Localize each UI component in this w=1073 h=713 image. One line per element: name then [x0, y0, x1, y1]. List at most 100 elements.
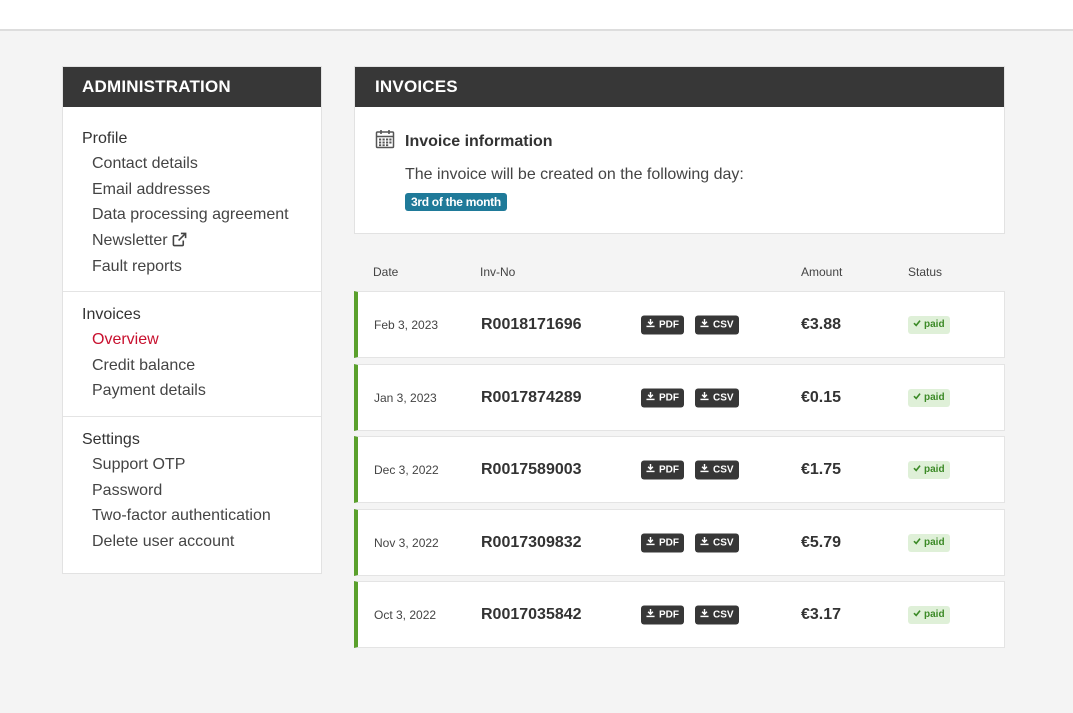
page-title: INVOICES [355, 67, 1004, 107]
sidebar-item-contact-details[interactable]: Contact details [92, 153, 321, 179]
invoice-date: Oct 3, 2022 [374, 607, 437, 622]
invoice-info-title: Invoice information [375, 129, 553, 154]
column-header-inv-no: Inv-No [480, 265, 516, 279]
column-header-date: Date [373, 265, 399, 279]
status-badge: paid [908, 460, 950, 479]
download-icon [646, 608, 659, 621]
invoice-date: Nov 3, 2022 [374, 535, 439, 550]
status-label: paid [924, 537, 945, 548]
invoice-info-title-text: Invoice information [405, 132, 553, 150]
sidebar-item-delete-user-account[interactable]: Delete user account [92, 531, 321, 557]
download-icon [700, 536, 713, 549]
download-icon [700, 608, 713, 621]
invoice-date: Dec 3, 2022 [374, 462, 439, 477]
download-csv-label: CSV [713, 537, 734, 548]
download-icon [700, 391, 713, 404]
sidebar-item-credit-balance[interactable]: Credit balance [92, 355, 321, 381]
status-label: paid [924, 609, 945, 620]
check-icon [913, 319, 924, 330]
download-pdf-button[interactable]: PDF [641, 460, 684, 479]
download-icon [700, 318, 713, 331]
sidebar-title: ADMINISTRATION [63, 67, 321, 107]
download-pdf-button[interactable]: PDF [641, 533, 684, 552]
download-icon [646, 536, 659, 549]
invoice-number: R0017309832 [481, 533, 582, 551]
check-icon [913, 392, 924, 403]
invoice-amount: €1.75 [801, 460, 842, 478]
sidebar-item-newsletter-label: Newsletter [92, 232, 168, 250]
sidebar-item-data-processing-agreement[interactable]: Data processing agreement [92, 204, 321, 230]
top-bar [0, 0, 1073, 31]
check-icon [913, 464, 924, 475]
table-row: Jan 3, 2023 R0017874289 PDF CSV €0.15 paid [354, 364, 1005, 431]
invoice-info-card: INVOICES Invoice information The invoice… [354, 66, 1005, 234]
download-csv-button[interactable]: CSV [695, 388, 739, 407]
table-row: Nov 3, 2022 R0017309832 PDF CSV €5.79 paid [354, 509, 1005, 576]
download-pdf-label: PDF [659, 319, 679, 330]
sidebar-item-email-addresses[interactable]: Email addresses [92, 179, 321, 205]
invoice-amount: €5.79 [801, 533, 842, 551]
invoice-number: R0017035842 [481, 605, 582, 623]
status-badge: paid [908, 315, 950, 334]
sidebar-heading-profile: Profile [82, 130, 128, 147]
download-pdf-button[interactable]: PDF [641, 605, 684, 624]
sidebar-item-overview[interactable]: Overview [92, 329, 321, 355]
download-pdf-label: PDF [659, 537, 679, 548]
download-csv-label: CSV [713, 464, 734, 475]
download-csv-label: CSV [713, 392, 734, 403]
sidebar-item-password[interactable]: Password [92, 480, 321, 506]
sidebar-heading-settings: Settings [82, 431, 140, 448]
sidebar-group-invoices: Invoices Overview Credit balance Payment… [63, 291, 321, 416]
download-csv-button[interactable]: CSV [695, 460, 739, 479]
table-row: Dec 3, 2022 R0017589003 PDF CSV €1.75 paid [354, 436, 1005, 503]
status-label: paid [924, 319, 945, 330]
column-header-status: Status [908, 265, 943, 279]
status-badge: paid [908, 605, 950, 624]
invoice-number: R0017874289 [481, 388, 582, 406]
status-label: paid [924, 464, 945, 475]
download-csv-button[interactable]: CSV [695, 605, 739, 624]
download-pdf-button[interactable]: PDF [641, 388, 684, 407]
invoice-day-badge: 3rd of the month [405, 193, 507, 211]
invoice-number: R0017589003 [481, 460, 582, 478]
invoices-main: INVOICES Invoice information The invoice… [354, 66, 1005, 648]
invoice-amount: €3.17 [801, 605, 842, 623]
status-label: paid [924, 392, 945, 403]
admin-sidebar: ADMINISTRATION Profile Contact details E… [62, 66, 322, 574]
sidebar-group-profile: Profile Contact details Email addresses … [63, 107, 321, 291]
download-csv-button[interactable]: CSV [695, 315, 739, 334]
table-header: Date Inv-No Amount Status [354, 265, 1005, 281]
invoice-number: R0018171696 [481, 315, 582, 333]
status-badge: paid [908, 388, 950, 407]
invoice-amount: €3.88 [801, 315, 842, 333]
sidebar-heading-invoices: Invoices [82, 306, 141, 323]
download-icon [646, 463, 659, 476]
download-csv-button[interactable]: CSV [695, 533, 739, 552]
invoice-info-text: The invoice will be created on the follo… [405, 166, 744, 183]
sidebar-item-support-otp[interactable]: Support OTP [92, 454, 321, 480]
check-icon [913, 537, 924, 548]
download-pdf-label: PDF [659, 464, 679, 475]
sidebar-item-fault-reports[interactable]: Fault reports [92, 256, 321, 282]
invoice-amount: €0.15 [801, 388, 842, 406]
table-row: Feb 3, 2023 R0018171696 PDF CSV €3.88 paid [354, 291, 1005, 358]
sidebar-item-newsletter[interactable]: Newsletter [92, 230, 321, 256]
sidebar-item-two-factor-authentication[interactable]: Two-factor authentication [92, 505, 321, 531]
download-csv-label: CSV [713, 319, 734, 330]
download-icon [700, 463, 713, 476]
download-pdf-button[interactable]: PDF [641, 315, 684, 334]
column-header-amount: Amount [801, 265, 843, 279]
sidebar-item-payment-details[interactable]: Payment details [92, 380, 321, 406]
invoice-date: Jan 3, 2023 [374, 390, 437, 405]
sidebar-group-settings: Settings Support OTP Password Two-factor… [63, 416, 321, 557]
download-pdf-label: PDF [659, 609, 679, 620]
table-row: Oct 3, 2022 R0017035842 PDF CSV €3.17 paid [354, 581, 1005, 648]
download-csv-label: CSV [713, 609, 734, 620]
download-icon [646, 318, 659, 331]
download-icon [646, 391, 659, 404]
check-icon [913, 609, 924, 620]
download-pdf-label: PDF [659, 392, 679, 403]
external-link-icon [172, 232, 187, 254]
invoice-date: Feb 3, 2023 [374, 317, 439, 332]
status-badge: paid [908, 533, 950, 552]
